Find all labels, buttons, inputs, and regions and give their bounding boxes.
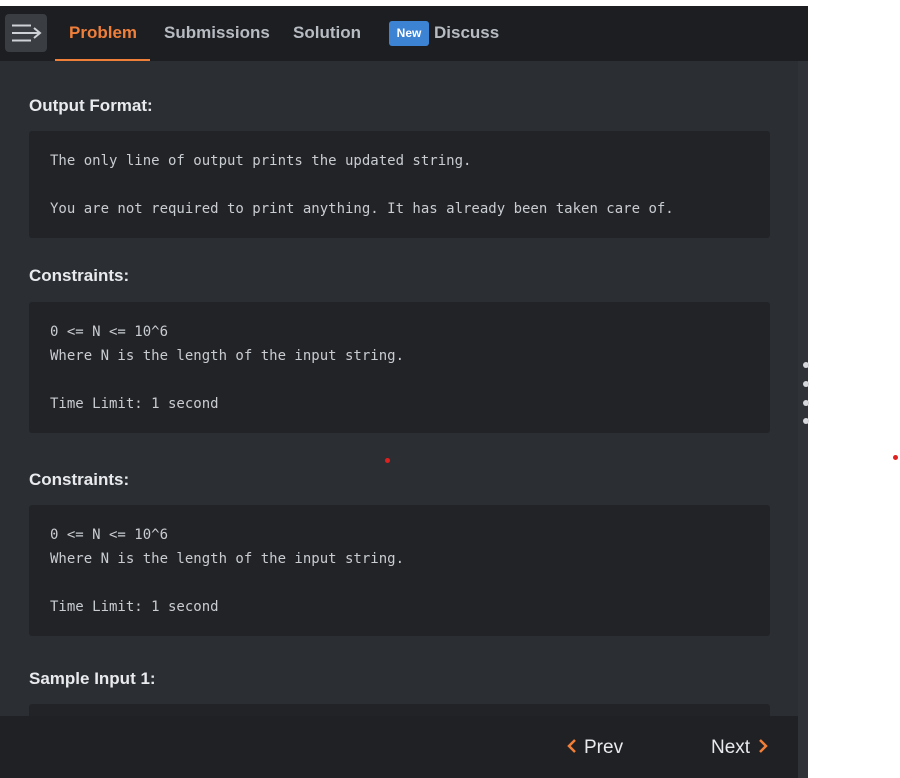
navigation-footer: Prev Next: [0, 716, 798, 778]
menu-collapse-icon: [12, 24, 42, 42]
constraints-line-3: Time Limit: 1 second: [50, 396, 219, 412]
tab-submissions[interactable]: Submissions: [164, 6, 270, 61]
output-format-heading: Output Format:: [29, 96, 153, 115]
tab-problem[interactable]: Problem: [69, 6, 137, 61]
menu-button[interactable]: [5, 14, 47, 52]
next-label: Next: [711, 737, 751, 758]
constraints-2-line-1: 0 <= N <= 10^6: [50, 527, 169, 543]
chevron-left-icon: [567, 739, 576, 754]
constraints-box-2: 0 <= N <= 10^6 Where N is the length of …: [29, 505, 770, 636]
tab-discuss[interactable]: Discuss: [434, 6, 499, 61]
constraints-2-line-3: Time Limit: 1 second: [50, 599, 219, 615]
constraints-line-1: 0 <= N <= 10^6: [50, 324, 169, 340]
splitter-grip-dot[interactable]: [803, 400, 809, 406]
output-format-line-1: The only line of output prints the updat…: [50, 153, 472, 169]
red-marker: [893, 455, 898, 460]
tab-bar: Problem Submissions Solution New Discuss: [0, 6, 808, 61]
constraints-heading-2: Constraints:: [29, 470, 130, 489]
prev-label: Prev: [584, 737, 624, 758]
problem-content[interactable]: Output Format: The only line of output p…: [0, 61, 798, 716]
problem-panel: Problem Submissions Solution New Discuss…: [0, 6, 808, 778]
splitter-grip-dot[interactable]: [803, 418, 809, 424]
splitter-grip-dot[interactable]: [803, 381, 809, 387]
new-badge: New: [389, 21, 429, 46]
constraints-line-2: Where N is the length of the input strin…: [50, 348, 405, 364]
constraints-2-line-2: Where N is the length of the input strin…: [50, 551, 405, 567]
next-button[interactable]: Next: [711, 737, 768, 759]
constraints-heading: Constraints:: [29, 266, 130, 285]
chevron-right-icon: [759, 739, 768, 754]
constraints-box: 0 <= N <= 10^6 Where N is the length of …: [29, 302, 770, 433]
sample-input-heading: Sample Input 1:: [29, 669, 156, 688]
output-format-box: The only line of output prints the updat…: [29, 131, 770, 238]
prev-button[interactable]: Prev: [567, 737, 623, 759]
sample-input-box: [29, 704, 770, 716]
tab-solution[interactable]: Solution: [293, 6, 361, 61]
red-marker: [385, 458, 390, 463]
splitter-grip-dot[interactable]: [803, 362, 809, 368]
output-format-line-2: You are not required to print anything. …: [50, 201, 674, 217]
